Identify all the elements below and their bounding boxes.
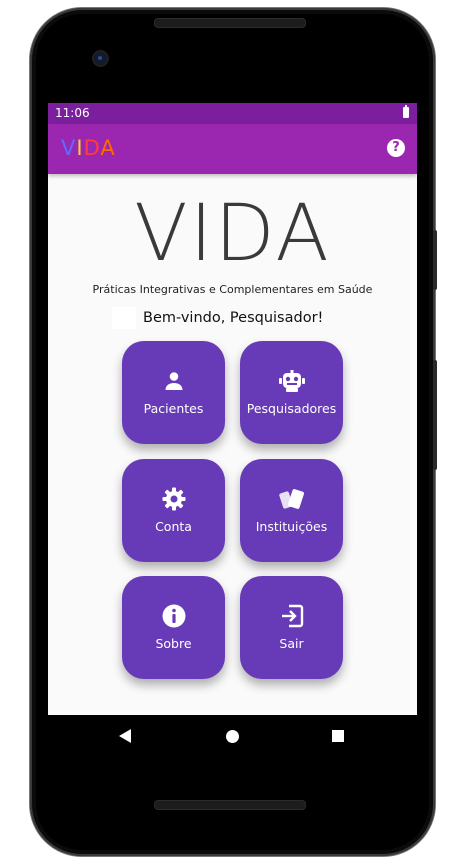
welcome-row: Bem-vindo, Pesquisador! bbox=[112, 306, 323, 330]
android-navigation-bar bbox=[48, 715, 417, 760]
menu-label: Sair bbox=[279, 636, 304, 651]
battery-icon bbox=[403, 105, 409, 118]
menu-tile-instituicoes[interactable]: Instituições bbox=[240, 459, 343, 562]
welcome-message: Bem-vindo, Pesquisador! bbox=[143, 310, 324, 326]
menu-tile-pesquisadores[interactable]: Pesquisadores bbox=[240, 341, 343, 444]
bottom-speaker bbox=[154, 800, 306, 810]
menu-label: Conta bbox=[155, 519, 192, 534]
logo-letter-a: A bbox=[100, 136, 116, 160]
menu-tile-sair[interactable]: Sair bbox=[240, 576, 343, 679]
app-screen: 11:06 VIDA ? VIDA Práticas Integrativas … bbox=[48, 103, 417, 715]
front-camera bbox=[94, 52, 107, 65]
back-icon[interactable] bbox=[119, 729, 131, 743]
recent-apps-icon[interactable] bbox=[332, 730, 344, 742]
cards-icon bbox=[240, 487, 343, 511]
menu-label: Pesquisadores bbox=[246, 401, 337, 416]
app-bar-logo: VIDA bbox=[61, 136, 116, 160]
robot-icon bbox=[240, 369, 343, 393]
logo-letter-v: V bbox=[61, 136, 77, 160]
home-icon[interactable] bbox=[226, 730, 239, 743]
menu-tile-sobre[interactable]: Sobre bbox=[122, 576, 225, 679]
status-bar: 11:06 bbox=[48, 103, 417, 124]
avatar bbox=[112, 307, 136, 329]
menu-label: Sobre bbox=[155, 636, 192, 651]
logo-letter-i: I bbox=[76, 136, 84, 160]
app-subtitle: Práticas Integrativas e Complementares e… bbox=[92, 283, 373, 296]
menu-tile-conta[interactable]: Conta bbox=[122, 459, 225, 562]
status-time: 11:06 bbox=[55, 106, 90, 120]
menu-label: Instituições bbox=[255, 519, 328, 534]
menu-tile-pacientes[interactable]: Pacientes bbox=[122, 341, 225, 444]
logo-letter-d: D bbox=[83, 136, 101, 160]
help-icon[interactable]: ? bbox=[387, 139, 405, 157]
person-icon bbox=[122, 369, 225, 393]
app-bar: VIDA ? bbox=[48, 124, 417, 174]
menu-label: Pacientes bbox=[143, 401, 204, 416]
vida-logo: VIDA bbox=[134, 189, 331, 279]
exit-icon bbox=[240, 604, 343, 628]
power-button bbox=[433, 360, 437, 470]
earpiece-speaker bbox=[154, 18, 306, 28]
info-icon bbox=[122, 604, 225, 628]
volume-button bbox=[433, 230, 437, 290]
gear-icon bbox=[122, 487, 225, 511]
